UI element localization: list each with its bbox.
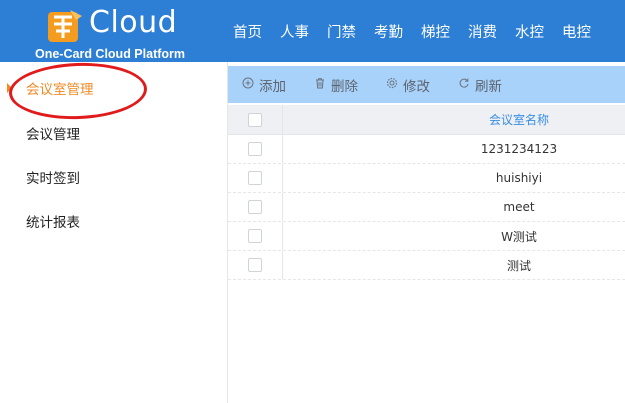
- sidebar-item-meeting-management[interactable]: 会议管理: [0, 113, 228, 153]
- nav-water-control[interactable]: 水控: [506, 0, 553, 62]
- nav-access-control[interactable]: 门禁: [318, 0, 365, 62]
- logo-subtitle: One-Card Cloud Platform: [35, 47, 186, 61]
- logo-mark-icon: [48, 10, 82, 42]
- room-name-cell: W测试: [501, 229, 537, 244]
- logo-mark: [46, 8, 84, 44]
- row-checkbox[interactable]: [248, 171, 262, 185]
- table-row[interactable]: huishiyi: [228, 164, 625, 193]
- row-checkbox[interactable]: [248, 229, 262, 243]
- add-button-label: 添加: [259, 78, 286, 95]
- table-row[interactable]: meet: [228, 193, 625, 222]
- app-header: Cloud One-Card Cloud Platform 首页 人事 门禁 考…: [0, 0, 625, 62]
- table-row[interactable]: W测试: [228, 222, 625, 251]
- sidebar-item-label: 会议管理: [26, 127, 80, 143]
- toolbar: 添加 删除 修改 刷新: [228, 66, 625, 103]
- top-nav: 首页 人事 门禁 考勤 梯控 消费 水控 电控: [224, 0, 600, 62]
- gear-icon: [386, 77, 398, 92]
- room-name-cell: huishiyi: [495, 171, 543, 185]
- row-checkbox[interactable]: [248, 258, 262, 272]
- nav-elevator-control[interactable]: 梯控: [412, 0, 459, 62]
- sidebar-item-label: 实时签到: [26, 171, 80, 187]
- plus-circle-icon: [242, 77, 254, 92]
- table-header: 会议室名称: [228, 105, 625, 135]
- row-checkbox[interactable]: [248, 200, 262, 214]
- sidebar-item-label: 统计报表: [26, 215, 80, 231]
- row-checkbox[interactable]: [248, 142, 262, 156]
- sidebar-item-statistics-report[interactable]: 统计报表: [0, 201, 228, 241]
- room-name-cell: 1231234123: [480, 142, 558, 156]
- sidebar-item-label: 会议室管理: [26, 82, 94, 98]
- trash-icon: [314, 77, 326, 92]
- refresh-button[interactable]: 刷新: [444, 66, 516, 103]
- nav-home[interactable]: 首页: [224, 0, 271, 62]
- add-button[interactable]: 添加: [228, 66, 300, 103]
- nav-personnel[interactable]: 人事: [271, 0, 318, 62]
- edit-button[interactable]: 修改: [372, 66, 444, 103]
- refresh-button-label: 刷新: [475, 78, 502, 95]
- nav-attendance[interactable]: 考勤: [365, 0, 412, 62]
- nav-power-control[interactable]: 电控: [553, 0, 600, 62]
- logo-text: Cloud: [89, 5, 178, 40]
- refresh-icon: [458, 77, 470, 92]
- nav-consumption[interactable]: 消费: [459, 0, 506, 62]
- column-header-room-name[interactable]: 会议室名称: [283, 105, 625, 134]
- sidebar-item-realtime-signin[interactable]: 实时签到: [0, 157, 228, 197]
- sidebar-item-meeting-room-management[interactable]: 会议室管理: [0, 68, 228, 108]
- delete-button[interactable]: 删除: [300, 66, 372, 103]
- meeting-room-table: 会议室名称 1231234123 huishiyi meet W测试 测试: [228, 105, 625, 280]
- room-name-cell: meet: [503, 200, 535, 214]
- room-name-cell: 测试: [506, 258, 531, 273]
- active-arrow-icon: [7, 83, 12, 93]
- edit-button-label: 修改: [403, 78, 430, 95]
- select-all-checkbox[interactable]: [248, 112, 262, 127]
- table-row[interactable]: 1231234123: [228, 135, 625, 164]
- table-row[interactable]: 测试: [228, 251, 625, 280]
- delete-button-label: 删除: [331, 78, 358, 95]
- sidebar: 会议室管理 会议管理 实时签到 统计报表: [0, 62, 228, 403]
